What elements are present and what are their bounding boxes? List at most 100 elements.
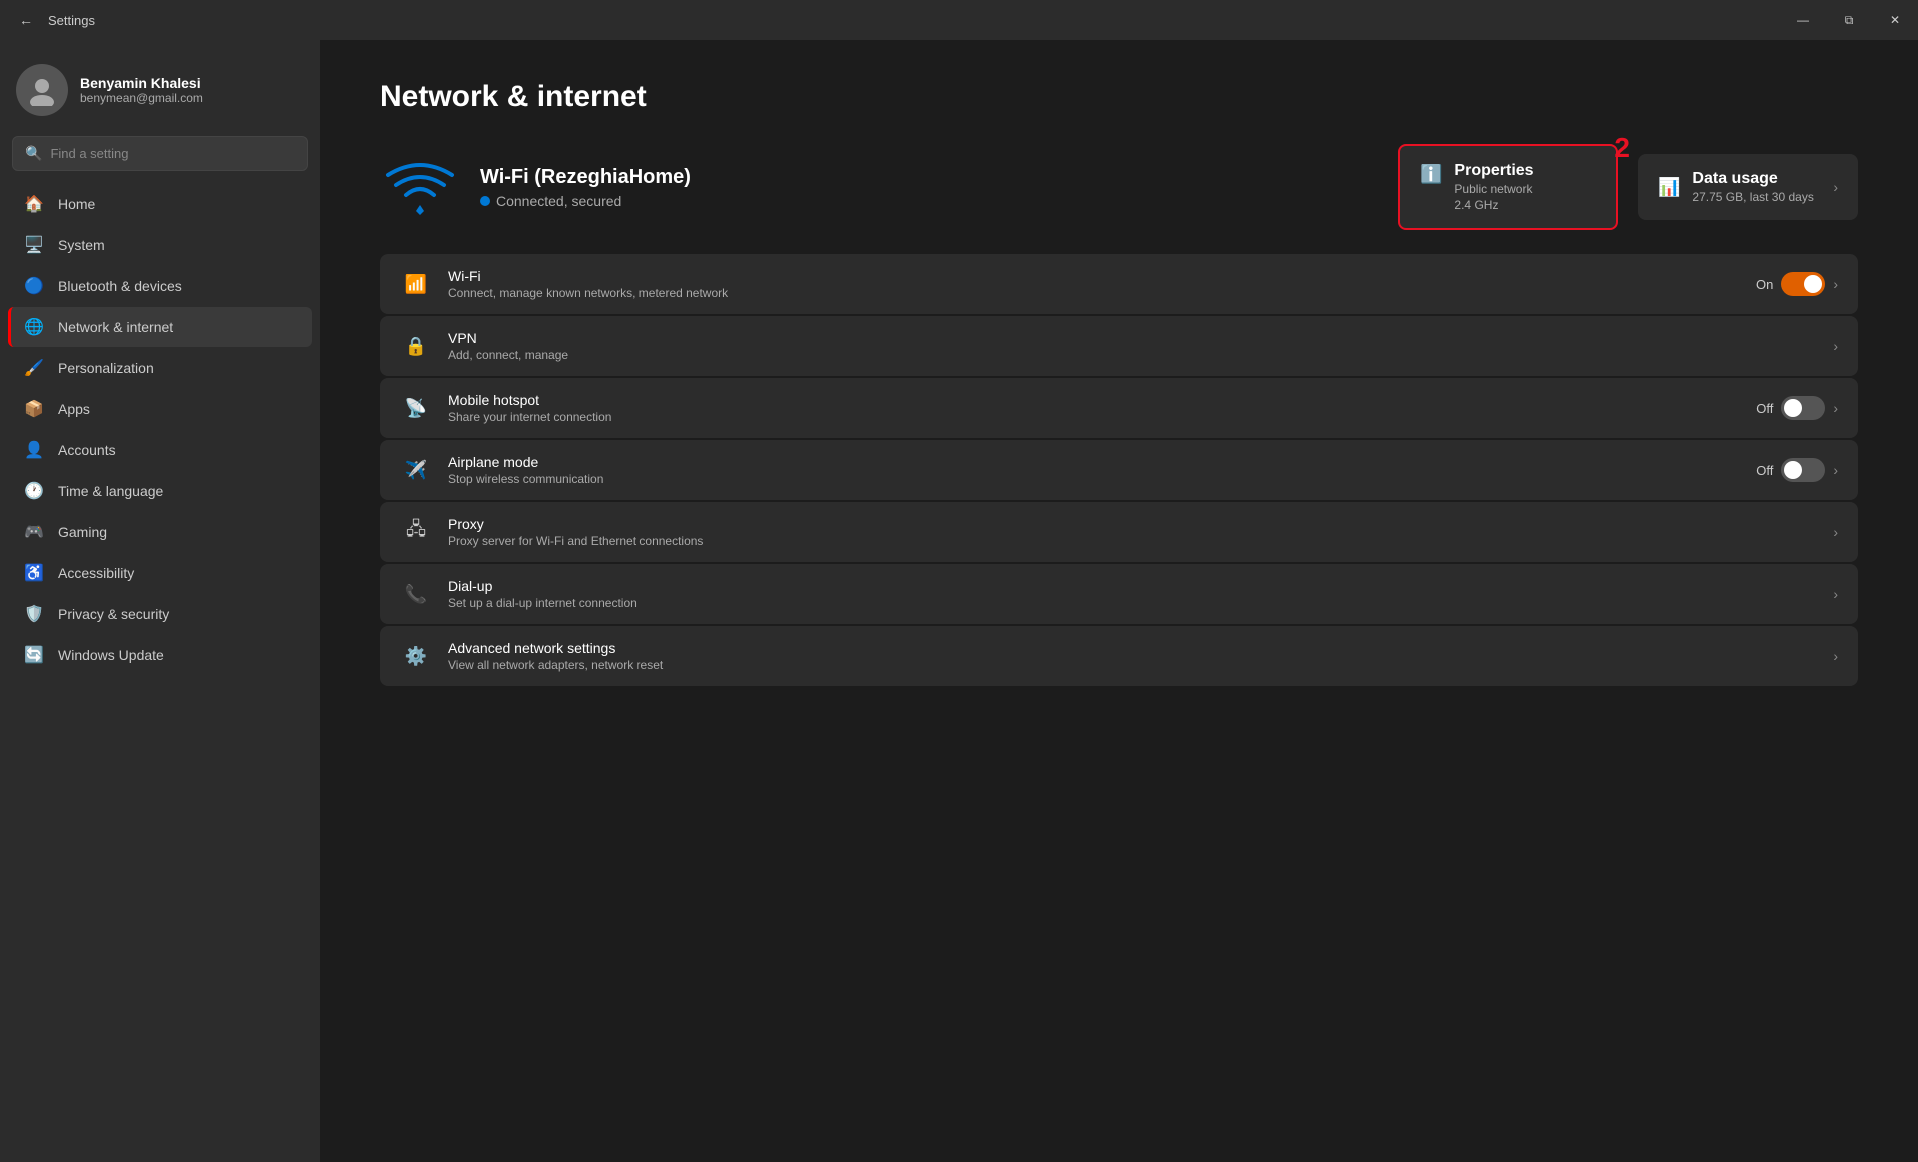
properties-card[interactable]: ℹ️ Properties Public network 2.4 GHz 2 [1398,144,1618,230]
setting-action-wifi: On › [1756,272,1838,296]
setting-row-dialup[interactable]: 📞 Dial-up Set up a dial-up internet conn… [380,564,1858,624]
sidebar-item-network[interactable]: 🌐 Network & internet 1 [8,307,312,347]
nav-icon-bluetooth: 🔵 [24,276,44,296]
wifi-status-text: Connected, secured [496,193,621,209]
nav-icon-update: 🔄 [24,645,44,665]
wifi-icon-large [380,152,460,222]
sidebar-item-gaming[interactable]: 🎮 Gaming [8,512,312,552]
toggle-label-hotspot: Off [1756,401,1773,416]
setting-title-dialup: Dial-up [448,578,1817,594]
sidebar-item-update[interactable]: 🔄 Windows Update [8,635,312,675]
data-usage-title: Data usage [1692,170,1821,188]
minimize-button[interactable]: — [1780,0,1826,40]
toggle-label-wifi: On [1756,277,1773,292]
setting-text-advanced: Advanced network settings View all netwo… [448,640,1817,672]
nav-icon-home: 🏠 [24,194,44,214]
sidebar-item-label-time: Time & language [58,483,163,499]
wifi-connection-status: Connected, secured [480,193,1378,209]
setting-row-wifi[interactable]: 📶 Wi-Fi Connect, manage known networks, … [380,254,1858,314]
content-area: Network & internet Wi-Fi (RezeghiaHome) … [320,40,1918,1162]
sidebar: Benyamin Khalesi benymean@gmail.com 🔍 🏠 … [0,40,320,1162]
search-container: 🔍 [0,136,320,183]
setting-title-proxy: Proxy [448,516,1817,532]
setting-title-hotspot: Mobile hotspot [448,392,1740,408]
toggle-hotspot[interactable] [1781,396,1825,420]
setting-icon-wifi: 📶 [400,268,432,300]
setting-sub-vpn: Add, connect, manage [448,348,1817,362]
sidebar-item-bluetooth[interactable]: 🔵 Bluetooth & devices [8,266,312,306]
nav-icon-accounts: 👤 [24,440,44,460]
back-button[interactable]: ← [12,6,40,34]
titlebar-left: ← Settings [12,6,95,34]
sidebar-item-label-home: Home [58,196,95,212]
sidebar-item-label-bluetooth: Bluetooth & devices [58,278,182,294]
setting-text-proxy: Proxy Proxy server for Wi-Fi and Etherne… [448,516,1817,548]
user-profile[interactable]: Benyamin Khalesi benymean@gmail.com [0,48,320,136]
setting-icon-hotspot: 📡 [400,392,432,424]
sidebar-item-personalization[interactable]: 🖌️ Personalization [8,348,312,388]
setting-icon-airplane: ✈️ [400,454,432,486]
chevron-icon-hotspot: › [1833,400,1838,416]
properties-title: Properties [1454,162,1533,180]
chevron-icon-dialup: › [1833,586,1838,602]
setting-sub-advanced: View all network adapters, network reset [448,658,1817,672]
setting-row-airplane[interactable]: ✈️ Airplane mode Stop wireless communica… [380,440,1858,500]
sidebar-item-system[interactable]: 🖥️ System [8,225,312,265]
setting-sub-hotspot: Share your internet connection [448,410,1740,424]
setting-action-vpn: › [1833,338,1838,354]
setting-title-advanced: Advanced network settings [448,640,1817,656]
toggle-wifi[interactable] [1781,272,1825,296]
setting-action-airplane: Off › [1756,458,1838,482]
setting-icon-dialup: 📞 [400,578,432,610]
data-usage-chevron-icon: › [1833,179,1838,195]
sidebar-item-apps[interactable]: 📦 Apps [8,389,312,429]
setting-action-proxy: › [1833,524,1838,540]
sidebar-item-accessibility[interactable]: ♿ Accessibility [8,553,312,593]
data-usage-sub: 27.75 GB, last 30 days [1692,190,1821,204]
setting-sub-dialup: Set up a dial-up internet connection [448,596,1817,610]
user-name: Benyamin Khalesi [80,75,203,91]
nav-icon-personalization: 🖌️ [24,358,44,378]
info-icon: ℹ️ [1420,164,1442,185]
properties-sub2: 2.4 GHz [1454,198,1533,212]
setting-sub-proxy: Proxy server for Wi-Fi and Ethernet conn… [448,534,1817,548]
wifi-name: Wi-Fi (RezeghiaHome) [480,166,1378,189]
sidebar-item-label-update: Windows Update [58,647,164,663]
wifi-name-block: Wi-Fi (RezeghiaHome) Connected, secured [480,166,1378,209]
nav-icon-gaming: 🎮 [24,522,44,542]
nav-icon-time: 🕐 [24,481,44,501]
setting-action-advanced: › [1833,648,1838,664]
setting-row-advanced[interactable]: ⚙️ Advanced network settings View all ne… [380,626,1858,686]
setting-row-hotspot[interactable]: 📡 Mobile hotspot Share your internet con… [380,378,1858,438]
setting-row-proxy[interactable]: 🖧 Proxy Proxy server for Wi-Fi and Ether… [380,502,1858,562]
search-box[interactable]: 🔍 [12,136,308,171]
nav-icon-system: 🖥️ [24,235,44,255]
setting-icon-proxy: 🖧 [400,516,432,548]
setting-text-dialup: Dial-up Set up a dial-up internet connec… [448,578,1817,610]
search-icon: 🔍 [25,145,42,162]
sidebar-item-accounts[interactable]: 👤 Accounts [8,430,312,470]
setting-text-vpn: VPN Add, connect, manage [448,330,1817,362]
search-input[interactable] [50,146,295,161]
sidebar-item-time[interactable]: 🕐 Time & language [8,471,312,511]
toggle-label-airplane: Off [1756,463,1773,478]
setting-action-hotspot: Off › [1756,396,1838,420]
titlebar-title: Settings [48,13,95,28]
setting-text-hotspot: Mobile hotspot Share your internet conne… [448,392,1740,424]
setting-text-airplane: Airplane mode Stop wireless communicatio… [448,454,1740,486]
wifi-status-row: Wi-Fi (RezeghiaHome) Connected, secured … [380,144,1858,230]
setting-row-vpn[interactable]: 🔒 VPN Add, connect, manage › [380,316,1858,376]
sidebar-item-privacy[interactable]: 🛡️ Privacy & security [8,594,312,634]
page-title: Network & internet [380,80,1858,114]
close-button[interactable]: ✕ [1872,0,1918,40]
setting-sub-wifi: Connect, manage known networks, metered … [448,286,1740,300]
properties-info: Properties Public network 2.4 GHz [1454,162,1533,212]
titlebar-controls: — ⧉ ✕ [1780,0,1918,40]
sidebar-item-label-network: Network & internet [58,319,173,335]
user-info: Benyamin Khalesi benymean@gmail.com [80,75,203,105]
data-usage-card[interactable]: 📊 Data usage 27.75 GB, last 30 days › [1638,154,1858,220]
toggle-airplane[interactable] [1781,458,1825,482]
titlebar: ← Settings — ⧉ ✕ [0,0,1918,40]
maximize-button[interactable]: ⧉ [1826,0,1872,40]
sidebar-item-home[interactable]: 🏠 Home [8,184,312,224]
